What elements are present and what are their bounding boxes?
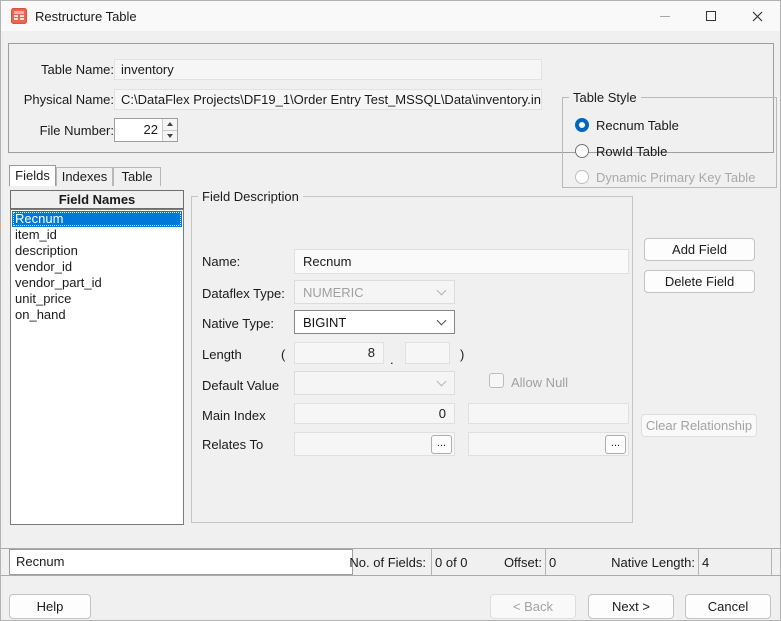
dataflex-type-select: NUMERIC [294, 280, 455, 304]
relates-to-table-field[interactable]: ... [294, 432, 455, 456]
maximize-button[interactable] [688, 1, 734, 31]
main-index-label: Main Index [202, 408, 266, 423]
spin-down-button[interactable] [163, 130, 177, 142]
tab-indexes[interactable]: Indexes [56, 167, 113, 186]
allow-null-label: Allow Null [511, 375, 568, 390]
length-open-paren: ( [281, 347, 285, 362]
physical-name-input[interactable]: C:\DataFlex Projects\DF19_1\Order Entry … [114, 89, 542, 110]
allow-null-checkbox [489, 373, 504, 388]
back-button: < Back [490, 594, 576, 619]
table-style-group: Table Style Recnum Table RowId Table Dyn… [562, 90, 777, 188]
spinner-up-icon [167, 122, 173, 126]
list-item-description[interactable]: description [12, 243, 182, 259]
radio-unselected-icon [575, 144, 589, 158]
table-name-label: Table Name: [17, 59, 114, 80]
table-name-input[interactable]: inventory [114, 59, 542, 80]
no-of-fields-label: No. of Fields: [353, 549, 431, 575]
clear-relationship-button: Clear Relationship [641, 414, 757, 437]
physical-name-label: Physical Name: [17, 89, 114, 110]
help-button[interactable]: Help [9, 594, 91, 619]
radio-disabled-icon [575, 170, 589, 184]
list-item-on-hand[interactable]: on_hand [12, 307, 182, 323]
main-index-name-field [468, 403, 629, 424]
tab-table[interactable]: Table [113, 167, 161, 186]
length-decimals-input[interactable] [405, 342, 450, 364]
radio-rowid-table[interactable]: RowId Table [575, 143, 667, 159]
chevron-down-icon [437, 377, 447, 387]
table-info-panel: Table Name: inventory Physical Name: C:\… [8, 43, 774, 153]
main-index-input[interactable]: 0 [294, 403, 455, 424]
no-of-fields-value: 0 of 0 [435, 555, 468, 570]
spin-up-button[interactable] [163, 119, 177, 130]
list-item-item-id[interactable]: item_id [12, 227, 182, 243]
dataflex-type-label: Dataflex Type: [202, 286, 285, 301]
close-button[interactable] [734, 1, 780, 31]
list-item-unit-price[interactable]: unit_price [12, 291, 182, 307]
relates-to-table-browse-button[interactable]: ... [431, 435, 452, 454]
chevron-down-icon [437, 286, 447, 296]
radio-recnum-table[interactable]: Recnum Table [575, 117, 679, 133]
relates-to-field-field[interactable]: ... [468, 432, 629, 456]
maximize-icon [706, 11, 716, 21]
minimize-button [642, 1, 688, 31]
restructure-table-dialog: Restructure Table Table Name: inventory … [0, 0, 781, 621]
offset-value: 0 [549, 555, 556, 570]
field-names-header: Field Names [10, 190, 184, 209]
length-close-paren: ) [460, 347, 464, 362]
tab-fields[interactable]: Fields [9, 165, 56, 186]
close-icon [752, 11, 763, 22]
table-icon [11, 8, 27, 24]
file-number-label: File Number: [17, 120, 114, 141]
list-item-vendor-part-id[interactable]: vendor_part_id [12, 275, 182, 291]
file-number-value[interactable]: 22 [115, 119, 162, 141]
offset-label: Offset: [504, 555, 542, 570]
file-number-stepper[interactable]: 22 [114, 118, 178, 142]
list-item-vendor-id[interactable]: vendor_id [12, 259, 182, 275]
default-value-select [294, 371, 455, 395]
relates-to-label: Relates To [202, 437, 263, 452]
status-separator [771, 549, 772, 575]
status-field-name-input[interactable]: Recnum [9, 549, 353, 575]
next-button[interactable]: Next > [588, 594, 674, 619]
native-length-label: Native Length: [611, 555, 695, 570]
chevron-down-icon [437, 316, 447, 326]
window-title: Restructure Table [35, 9, 137, 24]
radio-dynamic-primary-key-table: Dynamic Primary Key Table [575, 169, 755, 185]
field-description-legend: Field Description [198, 189, 303, 204]
spinner-down-icon [167, 134, 173, 138]
default-value-label: Default Value [202, 378, 279, 393]
name-input[interactable]: Recnum [294, 249, 629, 274]
native-type-label: Native Type: [202, 316, 274, 331]
status-bar: Recnum No. of Fields: 0 of 0 Offset: 0 N… [1, 548, 781, 576]
table-style-legend: Table Style [569, 90, 641, 105]
native-length-value: 4 [702, 555, 709, 570]
field-description-group: Field Description Name: Recnum Dataflex … [191, 189, 633, 523]
length-input[interactable]: 8 [294, 342, 384, 364]
radio-selected-icon [575, 118, 589, 132]
length-label: Length [202, 347, 242, 362]
field-names-list[interactable]: Recnum item_id description vendor_id ven… [10, 209, 184, 525]
delete-field-button[interactable]: Delete Field [644, 270, 755, 293]
length-decimal-dot: . [390, 352, 394, 367]
title-bar: Restructure Table [1, 1, 780, 31]
cancel-button[interactable]: Cancel [685, 594, 771, 619]
list-item-recnum[interactable]: Recnum [12, 211, 182, 227]
name-label: Name: [202, 254, 240, 269]
relates-to-field-browse-button[interactable]: ... [605, 435, 626, 454]
add-field-button[interactable]: Add Field [644, 238, 755, 261]
minimize-icon [660, 16, 670, 17]
native-type-select[interactable]: BIGINT [294, 310, 455, 334]
